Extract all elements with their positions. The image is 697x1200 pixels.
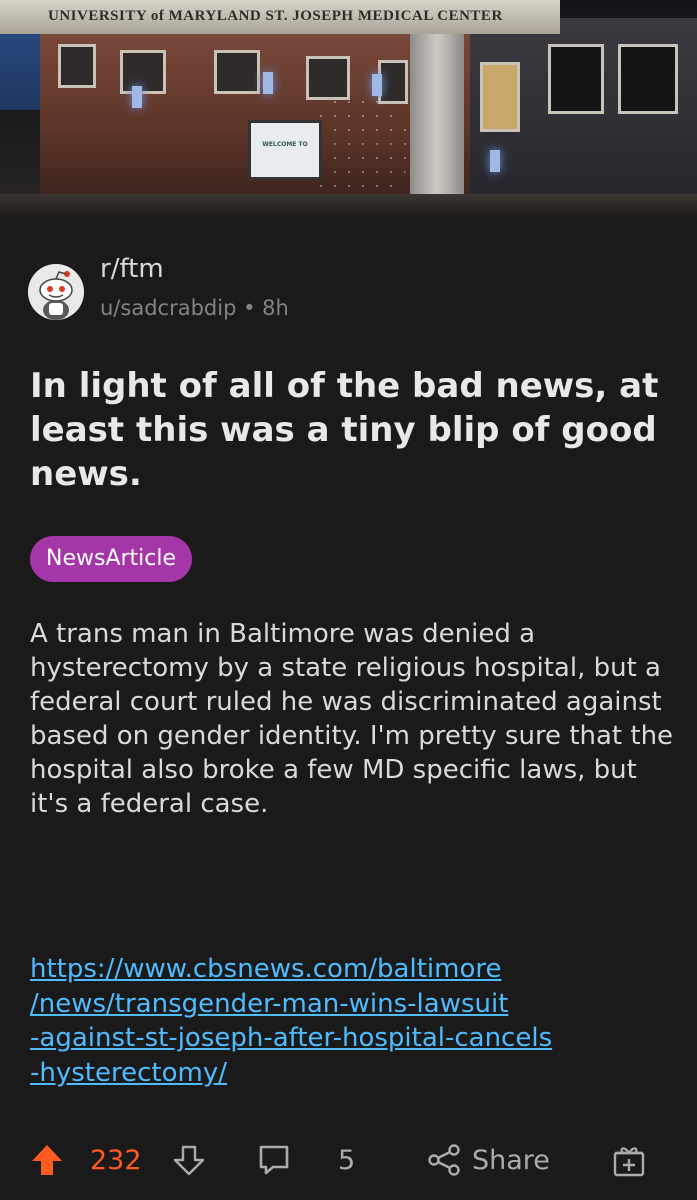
hero-ground	[0, 194, 697, 218]
hero-lamp	[372, 74, 382, 96]
comments-button[interactable]	[256, 1130, 292, 1190]
post-meta: u/sadcrabdip • 8h	[100, 296, 289, 320]
hero-window	[306, 56, 350, 100]
welcome-sign-text: WELCOME TO	[262, 141, 308, 148]
post-actions: 232 5 Share	[0, 1130, 697, 1190]
hero-window	[214, 50, 260, 94]
award-button[interactable]	[610, 1130, 648, 1190]
link-line[interactable]: -hysterectomy/	[30, 1056, 680, 1091]
hero-lamp	[132, 86, 142, 108]
hero-window	[58, 44, 96, 88]
share-button[interactable]: Share	[426, 1130, 550, 1190]
meta-separator: •	[243, 296, 256, 320]
hero-window	[120, 50, 166, 94]
snoo-icon	[28, 264, 84, 320]
comment-count[interactable]: 5	[338, 1130, 355, 1190]
award-icon	[613, 1147, 645, 1177]
share-label: Share	[472, 1144, 550, 1176]
downvote-button[interactable]	[172, 1130, 206, 1190]
post-body: A trans man in Baltimore was denied a hy…	[30, 619, 674, 819]
subreddit-name[interactable]: r/ftm	[100, 254, 164, 284]
post-title: In light of all of the bad news, at leas…	[30, 366, 659, 494]
hero-lamp	[263, 72, 273, 94]
welcome-sign: WELCOME TO	[248, 120, 322, 180]
upvote-icon	[32, 1145, 62, 1175]
downvote-icon	[173, 1145, 205, 1176]
post-flair[interactable]: NewsArticle	[30, 536, 193, 582]
hero-window	[480, 62, 520, 132]
link-line[interactable]: /news/transgender-man-wins-lawsuit	[30, 987, 680, 1022]
hero-pillar	[410, 34, 464, 218]
hero-lamp	[490, 150, 500, 172]
hero-window	[548, 44, 604, 114]
author-name[interactable]: u/sadcrabdip	[100, 296, 236, 320]
article-link[interactable]: https://www.cbsnews.com/baltimore /news/…	[30, 952, 680, 1090]
link-line[interactable]: -against-st-joseph-after-hospital-cancel…	[30, 1021, 680, 1056]
hero-sign-text: UNIVERSITY of MARYLAND ST. JOSEPH MEDICA…	[48, 8, 503, 24]
upvote-button[interactable]	[28, 1130, 66, 1190]
comment-icon	[259, 1145, 289, 1175]
vote-score: 232	[90, 1144, 142, 1176]
link-line[interactable]: https://www.cbsnews.com/baltimore	[30, 952, 680, 987]
post-age: 8h	[262, 296, 289, 320]
subreddit-avatar[interactable]	[28, 264, 84, 320]
hero-window	[618, 44, 678, 114]
hero-window	[378, 60, 408, 104]
share-icon	[428, 1144, 460, 1176]
post-image[interactable]: UNIVERSITY of MARYLAND ST. JOSEPH MEDICA…	[0, 0, 697, 218]
